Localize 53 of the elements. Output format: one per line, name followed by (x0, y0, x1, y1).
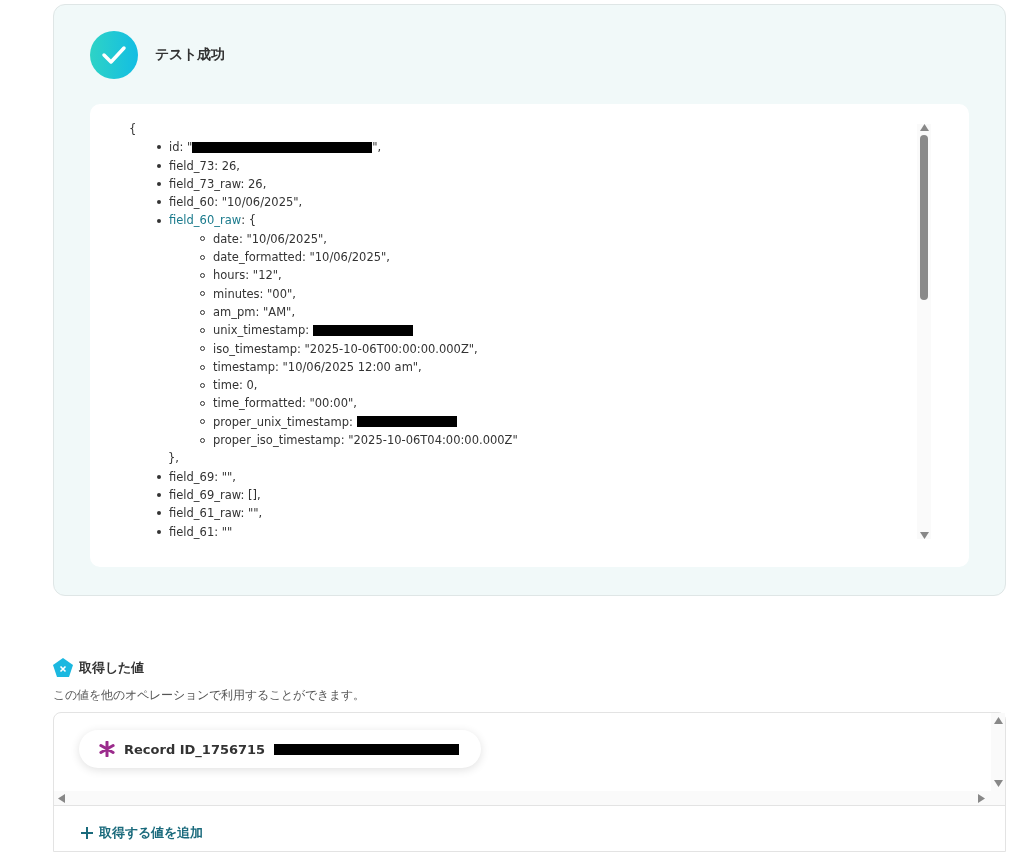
json-line: : { (241, 212, 256, 230)
bullet-icon (157, 145, 161, 150)
json-line: field_73_raw: 26, (169, 175, 267, 193)
pentagon-x-icon (53, 658, 73, 677)
add-value-button[interactable]: 取得する値を追加 (81, 824, 203, 842)
chip-label: Record ID_1756715 (124, 741, 266, 757)
bullet-icon (157, 182, 161, 187)
json-line: field_61: "" (169, 523, 233, 541)
plus-icon (81, 827, 93, 839)
bullet-icon (157, 218, 161, 223)
scroll-thumb[interactable] (920, 135, 928, 300)
scroll-down-icon[interactable] (993, 780, 1003, 787)
json-line: proper_iso_timestamp: "2025-10-06T04:00:00.000Z" (213, 432, 518, 450)
json-line: field_69: "", (169, 468, 236, 486)
check-icon (90, 31, 138, 79)
horizontal-scrollbar[interactable] (54, 791, 1005, 806)
section-title: 取得した値 (79, 658, 144, 677)
scroll-up-icon[interactable] (919, 124, 929, 131)
section-description: この値を他のオペレーションで利用することができます。 (53, 687, 366, 704)
result-title: テスト成功 (155, 46, 225, 64)
json-line: field_61_raw: "", (169, 505, 263, 523)
json-line: }, (168, 450, 179, 468)
asterisk-icon (99, 741, 115, 757)
json-line: date_formatted: "10/06/2025", (213, 249, 390, 267)
scroll-right-icon[interactable] (978, 793, 985, 803)
bullet-icon (157, 493, 161, 498)
scroll-down-icon[interactable] (919, 532, 929, 539)
json-line: iso_timestamp: "2025-10-06T00:00:00.000Z", (213, 340, 478, 358)
json-line: timestamp: "10/06/2025 12:00 am", (213, 358, 422, 376)
json-line: time_formatted: "00:00", (213, 395, 357, 413)
json-line: ", (372, 139, 382, 157)
json-line: proper_unix_timestamp: (213, 413, 354, 431)
json-line: field_69_raw: [], (169, 486, 261, 504)
bullet-icon (157, 474, 161, 479)
scroll-left-icon[interactable] (58, 793, 65, 803)
json-line: { (129, 121, 137, 138)
json-line: am_pm: "AM", (213, 303, 296, 321)
bullet-icon (157, 200, 161, 205)
json-line: date: "10/06/2025", (213, 230, 327, 248)
json-line: hours: "12", (213, 267, 282, 285)
bullet-icon (157, 511, 161, 516)
json-line: field_60: "10/06/2025", (169, 194, 303, 212)
value-chip[interactable]: Record ID_1756715 (79, 730, 482, 768)
scroll-up-icon[interactable] (993, 717, 1003, 724)
bullet-icon (157, 163, 161, 168)
json-line: field_73: 26, (169, 157, 241, 175)
json-line: time: 0, (213, 377, 258, 395)
json-line: unix_timestamp: (213, 322, 311, 340)
vertical-scrollbar[interactable] (917, 124, 931, 539)
json-line: id: " (169, 139, 193, 157)
vertical-scrollbar[interactable] (991, 713, 1005, 791)
json-line: minutes: "00", (213, 285, 296, 303)
bullet-icon (157, 529, 161, 534)
